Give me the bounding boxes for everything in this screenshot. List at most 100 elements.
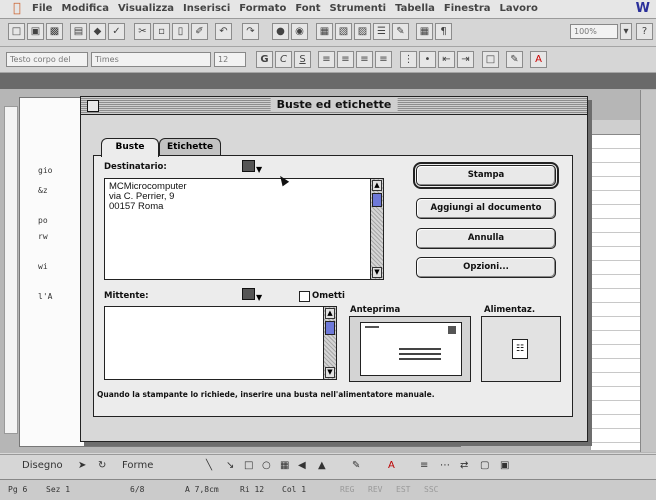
document-window-titlebar [0, 73, 656, 89]
sender-scrollbar[interactable]: ▲ ▼ [323, 307, 336, 379]
drawing-icon[interactable]: ✎ [392, 23, 409, 40]
redo-icon[interactable]: ↷ [242, 23, 259, 40]
document-scrollbar[interactable] [640, 90, 656, 452]
3d-icon[interactable]: ▣ [500, 460, 509, 471]
line-style-icon[interactable]: ≡ [420, 460, 428, 471]
increase-indent-icon[interactable]: ⇥ [457, 51, 474, 68]
document-map-icon[interactable]: ▦ [416, 23, 433, 40]
fill-color-icon[interactable]: ▲ [318, 460, 326, 471]
status-mode-rec[interactable]: REG [340, 485, 354, 494]
scroll-thumb[interactable] [372, 193, 382, 207]
rotate-icon[interactable]: ↻ [98, 460, 106, 471]
hyperlink-icon[interactable]: ● [272, 23, 289, 40]
textbox-icon[interactable]: ▦ [280, 460, 289, 471]
oval-icon[interactable]: ○ [262, 460, 271, 471]
menu-tabella[interactable]: Tabella [395, 3, 435, 14]
insert-table-icon[interactable]: ▧ [335, 23, 352, 40]
add-to-document-button[interactable]: Aggiungi al documento [416, 198, 556, 219]
menu-modifica[interactable]: Modifica [61, 3, 109, 14]
font-color-icon[interactable]: A [530, 51, 547, 68]
dash-style-icon[interactable]: ⋯ [440, 460, 450, 471]
recipient-address-field[interactable]: MCMicrocomputer via C. Perrier, 9 00157 … [104, 178, 384, 280]
save-icon[interactable]: ▩ [46, 23, 63, 40]
rectangle-icon[interactable]: □ [244, 460, 253, 471]
scroll-thumb[interactable] [325, 321, 335, 335]
cancel-button[interactable]: Annulla [416, 228, 556, 249]
wordart-icon[interactable]: ◀ [298, 460, 306, 471]
align-right-icon[interactable]: ≡ [356, 51, 373, 68]
zoom-select[interactable]: 100% [570, 24, 618, 39]
tables-borders-icon[interactable]: ▦ [316, 23, 333, 40]
font-size-select[interactable]: 12 [214, 52, 246, 67]
draw-menu[interactable]: Disegno [22, 460, 63, 471]
new-document-icon[interactable]: □ [8, 23, 25, 40]
recipient-address-book-button[interactable]: ▼ [242, 160, 266, 174]
columns-icon[interactable]: ☰ [373, 23, 390, 40]
undo-icon[interactable]: ↶ [215, 23, 232, 40]
status-mode-ext[interactable]: EST [396, 485, 410, 494]
print-preview-icon[interactable]: ◆ [89, 23, 106, 40]
borders-icon[interactable]: □ [482, 51, 499, 68]
status-mode-rev[interactable]: REV [368, 485, 382, 494]
open-folder-icon[interactable]: ▣ [27, 23, 44, 40]
sender-address-book-button[interactable]: ▼ [242, 288, 266, 302]
font-select[interactable]: Times [91, 52, 211, 67]
show-hide-icon[interactable]: ¶ [435, 23, 452, 40]
italic-button[interactable]: C [275, 51, 292, 68]
print-icon[interactable]: ▤ [70, 23, 87, 40]
font-color-draw-icon[interactable]: A [388, 460, 395, 471]
line-color-icon[interactable]: ✎ [352, 460, 360, 471]
cut-icon[interactable]: ✂ [134, 23, 151, 40]
scroll-down-icon[interactable]: ▼ [325, 367, 335, 378]
omit-checkbox[interactable] [299, 291, 310, 302]
menu-file[interactable]: File [32, 3, 52, 14]
decrease-indent-icon[interactable]: ⇤ [438, 51, 455, 68]
feed-preview[interactable]: ☷ [481, 316, 561, 382]
menu-inserisci[interactable]: Inserisci [183, 3, 230, 14]
close-box-icon[interactable] [87, 100, 99, 112]
tab-envelopes[interactable]: Buste [101, 138, 159, 157]
arrow-style-icon[interactable]: ⇄ [460, 460, 468, 471]
envelope-preview[interactable] [349, 316, 471, 382]
dialog-titlebar[interactable]: Buste ed etichette [81, 97, 587, 115]
scroll-up-icon[interactable]: ▲ [372, 180, 382, 191]
sender-address-field[interactable]: ▲ ▼ [104, 306, 337, 380]
line-icon[interactable]: ╲ [206, 460, 212, 471]
menu-strumenti[interactable]: Strumenti [330, 3, 387, 14]
bold-button[interactable]: G [256, 51, 273, 68]
align-center-icon[interactable]: ≡ [337, 51, 354, 68]
menu-formato[interactable]: Formato [239, 3, 286, 14]
numbering-icon[interactable]: ⋮ [400, 51, 417, 68]
print-button[interactable]: Stampa [413, 162, 559, 189]
style-select[interactable]: Testo corpo del [6, 52, 88, 67]
office-assistant-icon[interactable]: ? [636, 23, 653, 40]
status-mode-ovr[interactable]: SSC [424, 485, 438, 494]
apple-icon[interactable]:  [13, 1, 21, 16]
insert-excel-icon[interactable]: ▨ [354, 23, 371, 40]
web-toolbar-icon[interactable]: ◉ [291, 23, 308, 40]
menu-font[interactable]: Font [295, 3, 320, 14]
menu-visualizza[interactable]: Visualizza [118, 3, 174, 14]
autoshapes-menu[interactable]: Forme [122, 460, 153, 471]
bullets-icon[interactable]: • [419, 51, 436, 68]
align-left-icon[interactable]: ≡ [318, 51, 335, 68]
word-app-icon[interactable]: W [636, 1, 650, 16]
tab-labels[interactable]: Etichette [159, 138, 221, 156]
arrow-icon[interactable]: ↘ [226, 460, 234, 471]
shadow-icon[interactable]: ▢ [480, 460, 489, 471]
scroll-down-icon[interactable]: ▼ [372, 267, 382, 278]
highlight-icon[interactable]: ✎ [506, 51, 523, 68]
menu-finestra[interactable]: Finestra [444, 3, 491, 14]
menu-lavoro[interactable]: Lavoro [500, 3, 538, 14]
justify-icon[interactable]: ≡ [375, 51, 392, 68]
copy-icon[interactable]: ▫ [153, 23, 170, 40]
scroll-up-icon[interactable]: ▲ [325, 308, 335, 319]
format-painter-icon[interactable]: ✐ [191, 23, 208, 40]
options-button[interactable]: Opzioni... [416, 257, 556, 278]
paste-icon[interactable]: ▯ [172, 23, 189, 40]
zoom-dropdown-icon[interactable]: ▾ [620, 23, 632, 40]
spelling-icon[interactable]: ✓ [108, 23, 125, 40]
recipient-scrollbar[interactable]: ▲ ▼ [370, 179, 383, 279]
select-objects-icon[interactable]: ➤ [78, 460, 86, 471]
underline-button[interactable]: S [294, 51, 311, 68]
